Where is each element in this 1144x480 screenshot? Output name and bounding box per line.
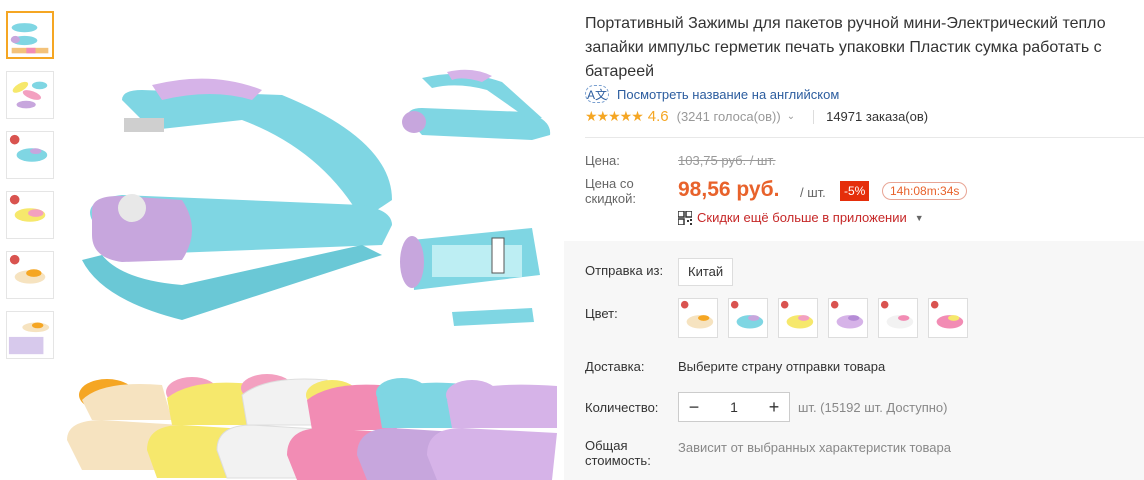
app-deal-link[interactable]: Скидки ещё больше в приложении ▼ xyxy=(678,210,924,225)
discount-badge: -5% xyxy=(840,181,870,201)
thumbnail-3[interactable] xyxy=(6,131,54,179)
color-swatch-orange[interactable] xyxy=(678,298,718,338)
rating-stars: ★★★★★ xyxy=(585,108,644,124)
thumbnail-2[interactable] xyxy=(6,71,54,119)
ship-from-label: Отправка из: xyxy=(585,263,664,278)
rating-value: 4.6 xyxy=(647,108,669,125)
product-title: Портативный Зажимы для пакетов ручной ми… xyxy=(585,15,1106,80)
color-swatch-yellow[interactable] xyxy=(928,298,968,338)
availability-text: шт. (15192 шт. Доступно) xyxy=(798,400,948,415)
orders-count: 14971 заказа(ов) xyxy=(826,109,929,124)
quantity-decrease-button[interactable]: − xyxy=(679,393,709,421)
delivery-label: Доставка: xyxy=(585,359,645,374)
translate-icon: A文 xyxy=(585,85,609,103)
total-cost-label: Общая стоимость: xyxy=(585,438,651,468)
thumbnail-1[interactable] xyxy=(6,11,54,59)
votes-count[interactable]: (3241 голоса(ов)) xyxy=(677,109,781,124)
app-deal-label: Скидки ещё больше в приложении xyxy=(697,210,907,225)
thumbnail-5[interactable] xyxy=(6,251,54,299)
color-label: Цвет: xyxy=(585,306,618,321)
countdown-timer: 14h:08m:34s xyxy=(882,182,968,200)
product-info-panel: Портативный Зажимы для пакетов ручной ми… xyxy=(564,0,1144,480)
translate-link-label: Посмотреть название на английском xyxy=(617,86,840,102)
thumbnail-4[interactable] xyxy=(6,191,54,239)
caret-down-icon: ▼ xyxy=(914,212,924,223)
discount-price-label: Цена со скидкой: xyxy=(585,176,636,206)
ship-from-option-china[interactable]: Китай xyxy=(678,258,734,286)
thumbnail-6[interactable] xyxy=(6,311,54,359)
qr-code-icon xyxy=(678,210,692,225)
discount-price: 98,56 руб. xyxy=(678,178,780,201)
color-swatch-purple[interactable] xyxy=(828,298,868,338)
rating-row: ★★★★★ 4.6 (3241 голоса(ов)) ⌄ 14971 зака… xyxy=(585,108,928,125)
color-swatch-violet[interactable] xyxy=(878,298,918,338)
color-swatch-blue[interactable] xyxy=(728,298,768,338)
color-swatches xyxy=(678,298,968,338)
color-swatch-pink[interactable] xyxy=(778,298,818,338)
quantity-increase-button[interactable]: + xyxy=(759,393,789,421)
divider xyxy=(585,137,1144,138)
delivery-value: Выберите страну отправки товара xyxy=(678,359,886,374)
quantity-input[interactable]: 1 xyxy=(709,399,759,415)
divider xyxy=(813,109,815,124)
translate-link[interactable]: A文 Посмотреть название на английском xyxy=(585,85,839,103)
price-label: Цена: xyxy=(585,153,620,168)
color-variants-illustration xyxy=(67,374,557,480)
main-product-image xyxy=(62,0,564,480)
chevron-down-icon[interactable]: ⌄ xyxy=(787,111,795,122)
per-unit-label: / шт. xyxy=(800,185,826,200)
old-price: 103,75 руб. / шт. xyxy=(678,153,776,168)
quantity-label: Количество: xyxy=(585,400,659,415)
thumbnail-list xyxy=(6,11,56,371)
total-cost-value: Зависит от выбранных характеристик товар… xyxy=(678,440,951,455)
quantity-stepper: − 1 + xyxy=(678,392,790,422)
